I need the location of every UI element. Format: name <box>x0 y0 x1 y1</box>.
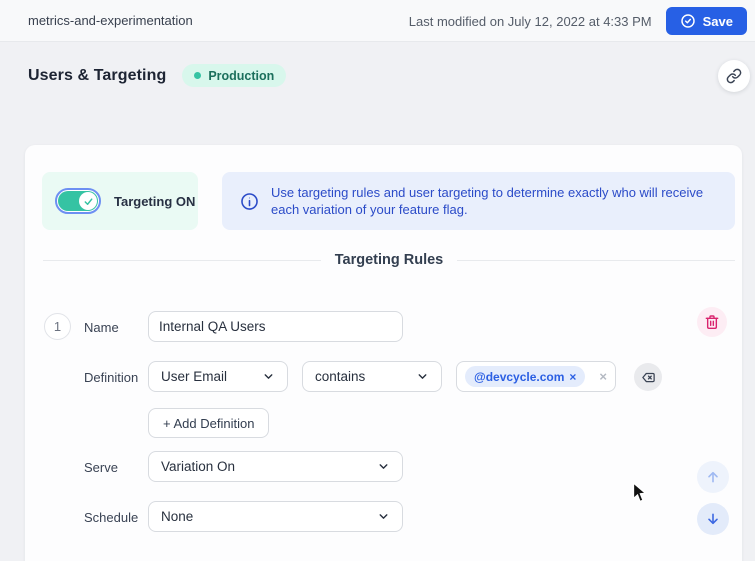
arrow-up-icon <box>705 469 721 485</box>
chevron-down-icon <box>377 460 390 473</box>
chevron-down-icon <box>416 370 429 383</box>
tag-remove-icon[interactable]: × <box>569 370 576 384</box>
info-banner: Use targeting rules and user targeting t… <box>222 172 735 230</box>
backspace-icon <box>641 370 656 385</box>
rule-index-badge: 1 <box>44 313 71 340</box>
targeting-rules-divider: Targeting Rules <box>43 252 735 268</box>
divider-line-right <box>457 259 735 261</box>
move-rule-up-button[interactable] <box>697 461 729 493</box>
targeting-toggle-label: Targeting ON <box>114 193 196 209</box>
environment-badge: Production <box>182 64 287 87</box>
top-bar: metrics-and-experimentation Last modifie… <box>0 0 755 42</box>
property-select-value: User Email <box>161 369 228 384</box>
targeting-rules-title: Targeting Rules <box>334 252 444 268</box>
page-header: Users & Targeting Production <box>28 64 287 87</box>
topbar-right: Last modified on July 12, 2022 at 4:33 P… <box>409 0 747 42</box>
breadcrumb[interactable]: metrics-and-experimentation <box>28 13 193 28</box>
page-title: Users & Targeting <box>28 66 167 84</box>
last-modified-text: Last modified on July 12, 2022 at 4:33 P… <box>408 13 652 29</box>
value-tag: @devcycle.com × <box>465 366 586 387</box>
clear-values-button[interactable] <box>634 363 662 391</box>
check-circle-icon <box>680 13 696 29</box>
value-tag-label: @devcycle.com <box>474 369 565 384</box>
definition-label: Definition <box>84 370 139 385</box>
toggle-check-icon <box>84 197 92 205</box>
move-rule-down-button[interactable] <box>697 503 729 535</box>
comparator-select[interactable]: contains <box>302 361 442 392</box>
comparator-select-value: contains <box>315 369 366 384</box>
delete-rule-button[interactable] <box>697 307 727 337</box>
divider-line-left <box>43 259 321 261</box>
trash-icon <box>704 314 720 330</box>
link-icon <box>726 68 742 84</box>
targeting-toggle[interactable] <box>55 188 101 214</box>
toggle-knob <box>79 192 97 210</box>
toggle-track <box>58 191 98 211</box>
definition-value-input[interactable]: @devcycle.com × × <box>456 361 616 392</box>
schedule-select[interactable]: None <box>148 501 403 532</box>
save-button[interactable]: Save <box>665 7 747 35</box>
serve-select[interactable]: Variation On <box>148 451 403 482</box>
environment-dot-icon <box>194 72 202 79</box>
arrow-down-icon <box>705 511 721 527</box>
info-icon <box>240 192 259 211</box>
serve-label: Serve <box>84 460 118 475</box>
input-clear-icon[interactable]: × <box>599 369 607 384</box>
save-button-label: Save <box>702 13 733 29</box>
info-banner-text: Use targeting rules and user targeting t… <box>271 185 704 217</box>
chevron-down-icon <box>377 510 390 523</box>
add-definition-button[interactable]: + Add Definition <box>148 408 270 438</box>
app-screen: metrics-and-experimentation Last modifie… <box>0 0 755 561</box>
environment-badge-label: Production <box>208 68 275 83</box>
rule-name-input[interactable] <box>148 311 403 342</box>
serve-select-value: Variation On <box>161 459 236 474</box>
copy-link-button[interactable] <box>718 60 750 92</box>
name-label: Name <box>84 320 119 335</box>
targeting-card: Targeting ON Use targeting rules and use… <box>25 145 742 561</box>
schedule-label: Schedule <box>84 510 139 525</box>
chevron-down-icon <box>262 370 275 383</box>
targeting-toggle-box: Targeting ON <box>42 172 198 230</box>
property-select[interactable]: User Email <box>148 361 288 392</box>
schedule-select-value: None <box>161 509 194 524</box>
